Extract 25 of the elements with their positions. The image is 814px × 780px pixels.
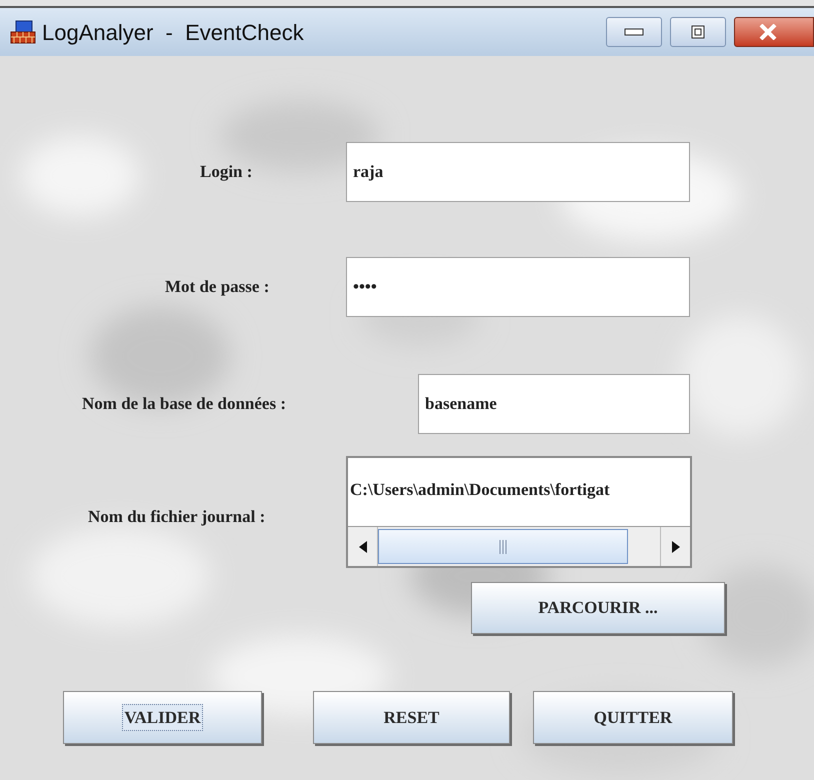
path-field[interactable]: C:\Users\admin\Documents\fortigat: [346, 456, 692, 568]
window-title: LogAnalyer - EventCheck: [42, 18, 304, 47]
scroll-thumb[interactable]: [378, 529, 628, 564]
minimize-icon: [624, 28, 644, 36]
action-button[interactable]: QUITTER: [533, 691, 733, 744]
browse-button[interactable]: PARCOURIR ...: [471, 582, 725, 634]
field-label: Login :: [200, 162, 252, 181]
maximize-icon: [691, 25, 705, 39]
horizontal-scrollbar[interactable]: [348, 526, 690, 566]
right-arrow-icon: [672, 540, 680, 552]
minimize-button[interactable]: [606, 17, 662, 47]
action-button[interactable]: RESET: [313, 691, 510, 744]
action-button[interactable]: VALIDER: [63, 691, 262, 744]
input-field[interactable]: raja: [346, 142, 690, 202]
grip-icon: [499, 540, 507, 554]
input-field[interactable]: ••••: [346, 257, 690, 317]
close-icon: [759, 24, 777, 40]
left-arrow-icon: [358, 540, 366, 552]
input-field[interactable]: basename: [418, 374, 690, 434]
field-label: Nom du fichier journal :: [88, 507, 266, 526]
close-button[interactable]: [734, 17, 814, 47]
app-icon: [10, 20, 36, 44]
field-label: Nom de la base de données :: [82, 394, 286, 413]
field-label: Mot de passe :: [165, 277, 270, 296]
maximize-button[interactable]: [670, 17, 726, 47]
